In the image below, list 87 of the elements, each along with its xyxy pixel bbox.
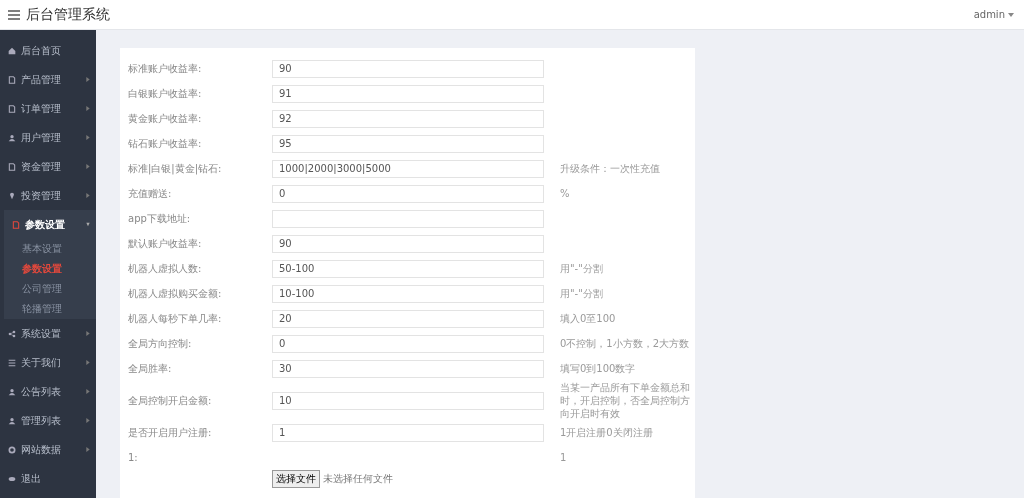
input-field[interactable]: 90 xyxy=(272,234,544,253)
field-hint: 用"-"分割 xyxy=(559,287,604,300)
user-icon xyxy=(8,387,16,396)
input-field[interactable]: 0 xyxy=(272,334,544,353)
file-status: 未选择任何文件 xyxy=(323,472,393,486)
sidebar-item-label: 系统设置 xyxy=(21,326,62,341)
share-icon xyxy=(8,329,16,338)
field-label: 机器人虚拟人数: xyxy=(128,261,203,276)
sidebar-item[interactable]: 产品管理 xyxy=(0,65,96,94)
input-field[interactable]: 90 xyxy=(272,59,544,78)
home-icon xyxy=(8,46,16,55)
sidebar-item-label: 用户管理 xyxy=(21,130,62,145)
field-label: 1: xyxy=(128,452,139,463)
sidebar-item-label: 后台首页 xyxy=(21,43,62,58)
sidebar-item[interactable]: 退出 xyxy=(0,464,96,493)
input-field[interactable]: 91 xyxy=(272,84,544,103)
sidebar-item[interactable]: 用户管理 xyxy=(0,123,96,152)
field-label: 标准|白银|黄金|钻石: xyxy=(128,161,223,176)
field-hint: 用"-"分割 xyxy=(559,262,604,275)
input-field[interactable] xyxy=(272,209,544,228)
sidebar-item-label: 参数设置 xyxy=(25,217,66,232)
field-hint: 填入0至100 xyxy=(559,312,617,325)
list-icon xyxy=(8,358,16,367)
user-menu[interactable]: admin xyxy=(973,9,1014,20)
menu-icon[interactable] xyxy=(8,8,20,21)
input-field[interactable]: 10 xyxy=(272,391,544,410)
input-field[interactable]: 30 xyxy=(272,359,544,378)
gear-icon xyxy=(8,445,16,454)
field-label: 白银账户收益率: xyxy=(128,86,203,101)
field-label: app下载地址: xyxy=(128,211,192,226)
sidebar-item-label: 退出 xyxy=(21,471,42,486)
sidebar-item[interactable]: 投资管理 xyxy=(0,181,96,210)
document-icon xyxy=(12,220,20,229)
document-icon xyxy=(8,75,16,84)
field-label: 钻石账户收益率: xyxy=(128,136,203,151)
sidebar-item-label: 订单管理 xyxy=(21,101,62,116)
field-hint: % xyxy=(559,187,571,200)
sidebar-item-label: 关于我们 xyxy=(21,355,62,370)
input-field[interactable]: 1000|2000|3000|5000 xyxy=(272,159,544,178)
field-label: 是否开启用户注册: xyxy=(128,425,213,440)
sidebar-item-label: 资金管理 xyxy=(21,159,62,174)
sidebar-item[interactable]: 资金管理 xyxy=(0,152,96,181)
sidebar-item[interactable]: 后台首页 xyxy=(0,36,96,65)
sidebar-item-label: 投资管理 xyxy=(21,188,62,203)
sidebar-item[interactable]: 公告列表 xyxy=(0,377,96,406)
sidebar-item[interactable]: 网站数据 xyxy=(0,435,96,464)
caret-icon xyxy=(1008,12,1014,17)
field-label: 默认账户收益率: xyxy=(128,236,203,251)
sidebar-item[interactable]: 订单管理 xyxy=(0,94,96,123)
document-icon xyxy=(8,162,16,171)
field-label: 黄金账户收益率: xyxy=(128,111,203,126)
input-field[interactable]: 0 xyxy=(272,184,544,203)
field-hint: 1开启注册0关闭注册 xyxy=(559,426,654,439)
field-label: 全局方向控制: xyxy=(128,336,193,351)
app-title: 后台管理系统 xyxy=(26,5,110,24)
input-field[interactable]: 10-100 xyxy=(272,284,544,303)
field-label: 全局胜率: xyxy=(128,361,173,376)
eye-icon xyxy=(8,474,16,483)
submenu-item[interactable]: 轮播管理 xyxy=(4,299,96,319)
submenu-item[interactable]: 基本设置 xyxy=(4,239,96,259)
input-field[interactable]: 95 xyxy=(272,134,544,153)
field-label: 充值赠送: xyxy=(128,186,173,201)
field-label: 全局控制开启金额: xyxy=(128,393,213,408)
user-icon xyxy=(8,416,16,425)
field-hint: 0不控制，1小方数，2大方数 xyxy=(559,337,691,350)
field-hint: 1 xyxy=(559,451,568,464)
choose-file-button[interactable]: 选择文件 xyxy=(272,470,320,488)
document-icon xyxy=(8,104,16,113)
field-label: 标准账户收益率: xyxy=(128,61,203,76)
field-label: 机器人每秒下单几率: xyxy=(128,311,223,326)
sidebar-item[interactable]: 参数设置 xyxy=(4,210,96,239)
submenu-item[interactable]: 公司管理 xyxy=(4,279,96,299)
sidebar-item-label: 产品管理 xyxy=(21,72,62,87)
field-hint: 填写0到100数字 xyxy=(559,362,637,375)
field-label: 机器人虚拟购买金额: xyxy=(128,286,223,301)
sidebar-item[interactable]: 关于我们 xyxy=(0,348,96,377)
input-field[interactable]: 20 xyxy=(272,309,544,328)
input-field[interactable]: 92 xyxy=(272,109,544,128)
input-field[interactable]: 50-100 xyxy=(272,259,544,278)
sidebar-item-label: 公告列表 xyxy=(21,384,62,399)
user-icon xyxy=(8,133,16,142)
input-field[interactable]: 1 xyxy=(272,423,544,442)
pin-icon xyxy=(8,191,16,200)
sidebar-item[interactable]: 系统设置 xyxy=(0,319,96,348)
sidebar-item-label: 网站数据 xyxy=(21,442,62,457)
sidebar-item[interactable]: 管理列表 xyxy=(0,406,96,435)
sidebar-item-label: 管理列表 xyxy=(21,413,62,428)
